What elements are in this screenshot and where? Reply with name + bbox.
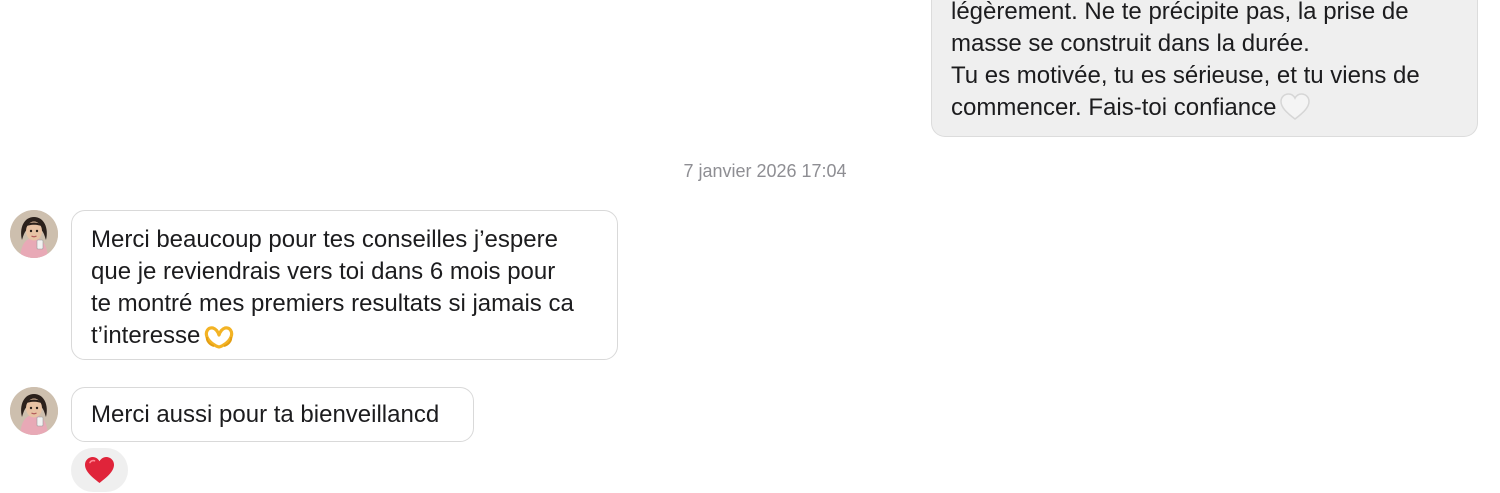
incoming-message-bubble[interactable]: Merci aussi pour ta bienveillancd (71, 387, 474, 442)
message-line: Merci beaucoup pour tes conseilles j’esp… (91, 226, 558, 253)
message-line: Tu es motivée, tu es sérieuse, et tu vie… (951, 62, 1420, 89)
message-line: masse se construit dans la durée. (951, 30, 1310, 57)
message-timestamp: 7 janvier 2026 17:04 (683, 161, 847, 181)
outgoing-message-bubble[interactable]: légèrement. Ne te précipite pas, la pris… (931, 0, 1478, 137)
message-line: Merci aussi pour ta bienveillancd (91, 401, 440, 428)
message-line-text: t’interesse (91, 322, 201, 349)
message-line: que je reviendrais vers toi dans 6 mois … (91, 258, 556, 285)
message-line: légèrement. Ne te précipite pas, la pris… (951, 0, 1409, 25)
avatar-icon (10, 210, 58, 258)
avatar[interactable] (10, 387, 58, 435)
message-line: commencer. Fais-toi confiance (951, 92, 1457, 130)
white-heart-icon (1280, 93, 1311, 130)
avatar[interactable] (10, 210, 58, 258)
message-line: t’interesse (91, 320, 599, 358)
chat-thread: légèrement. Ne te précipite pas, la pris… (0, 0, 1500, 493)
heart-hands-icon (204, 325, 234, 358)
incoming-message-bubble[interactable]: Merci beaucoup pour tes conseilles j’esp… (71, 210, 618, 360)
avatar-icon (10, 387, 58, 435)
message-reaction[interactable] (71, 448, 128, 492)
message-line: te montré mes premiers resultats si jama… (91, 290, 574, 317)
message-line-text: commencer. Fais-toi confiance (951, 94, 1277, 121)
red-heart-icon (85, 456, 114, 483)
